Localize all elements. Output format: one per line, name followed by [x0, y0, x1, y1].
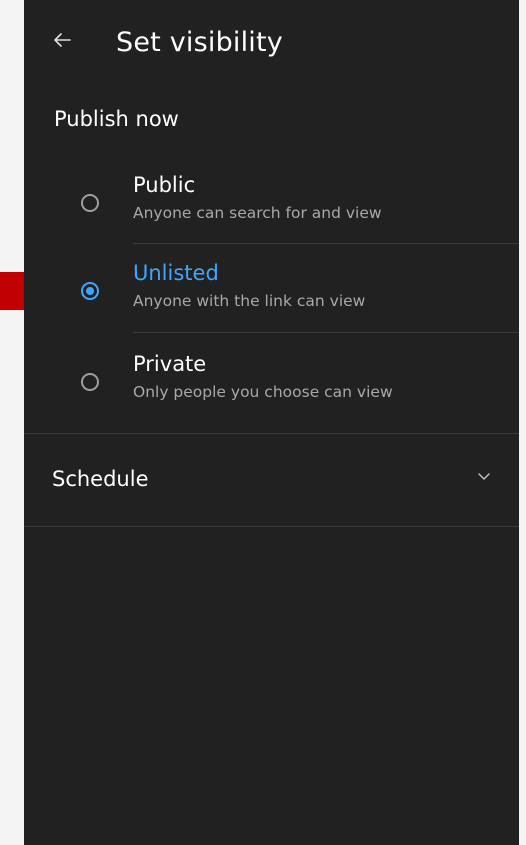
- option-unlisted-title: Unlisted: [133, 261, 219, 285]
- option-private-title: Private: [133, 352, 207, 376]
- visibility-screen: Set visibility Publish now Public Anyone…: [24, 0, 519, 845]
- radio-public[interactable]: [81, 194, 99, 212]
- radio-private[interactable]: [81, 373, 99, 391]
- divider: [24, 433, 519, 434]
- divider: [133, 243, 519, 244]
- radio-unlisted[interactable]: [81, 282, 99, 300]
- option-public-title: Public: [133, 173, 196, 197]
- schedule-label: Schedule: [52, 467, 149, 491]
- option-public[interactable]: Public Anyone can search for and view: [24, 158, 519, 246]
- divider: [133, 332, 519, 333]
- publish-now-label: Publish now: [54, 107, 179, 131]
- option-private[interactable]: Private Only people you choose can view: [24, 337, 519, 425]
- app-bar: Set visibility: [24, 0, 519, 96]
- page-title: Set visibility: [116, 27, 283, 58]
- option-private-subtitle: Only people you choose can view: [133, 383, 393, 401]
- chevron-down-icon[interactable]: [476, 470, 492, 482]
- divider: [24, 526, 519, 527]
- option-unlisted[interactable]: Unlisted Anyone with the link can view: [24, 246, 519, 334]
- option-unlisted-subtitle: Anyone with the link can view: [133, 292, 366, 310]
- arrow-left-icon[interactable]: [52, 30, 72, 50]
- option-public-subtitle: Anyone can search for and view: [133, 204, 382, 222]
